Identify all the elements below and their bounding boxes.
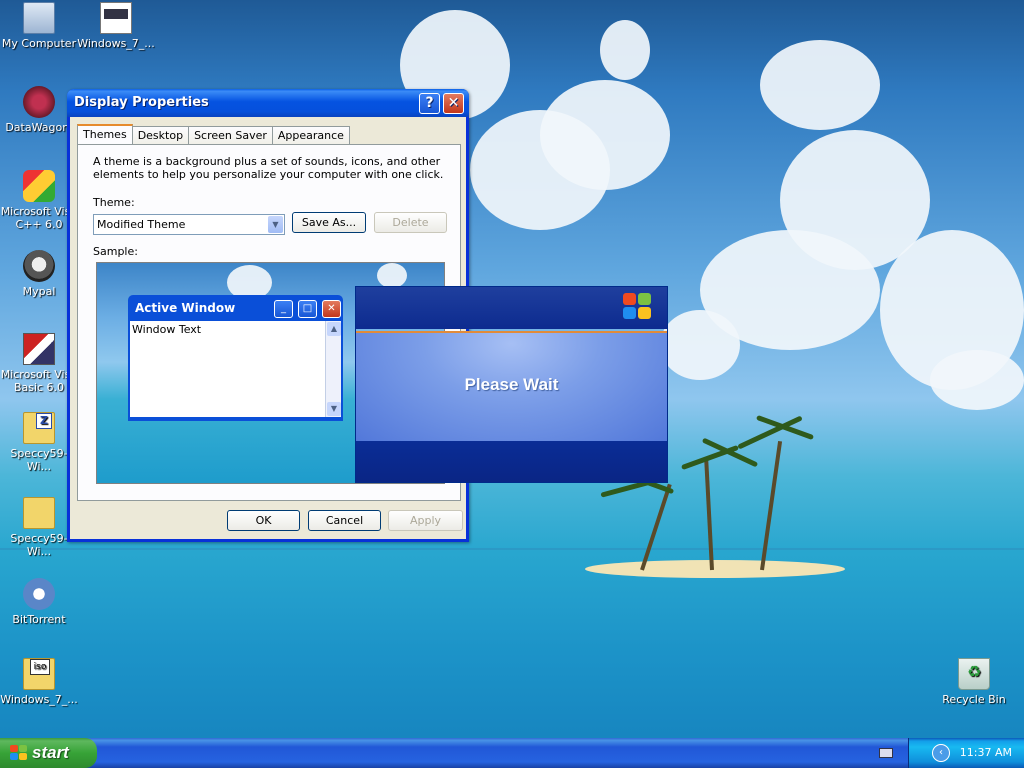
start-label: start [32, 743, 69, 762]
close-icon: ✕ [322, 300, 341, 318]
theme-label: Theme: [93, 196, 135, 209]
windows-flag-icon [10, 745, 27, 761]
desktop-icon-windows7-exe[interactable]: Windows_7_... [77, 2, 155, 50]
please-wait-dialog: Please Wait [355, 286, 668, 483]
scroll-up-icon: ▲ [327, 322, 341, 336]
sample-window-text: Window Text [132, 323, 202, 336]
minimize-icon: _ [274, 300, 293, 318]
bittorrent-icon [23, 578, 55, 610]
clock[interactable]: 11:37 AM [960, 746, 1012, 759]
computer-icon [23, 2, 55, 34]
taskbar: start ‹ 11:37 AM [0, 738, 1024, 768]
desktop-icon-windows7-iso[interactable]: Windows_7_... [0, 658, 78, 706]
folder-icon [23, 497, 55, 529]
theme-select-value: Modified Theme [97, 218, 186, 231]
maximize-icon: □ [298, 300, 317, 318]
show-hidden-icons-chevron-icon[interactable]: ‹ [932, 744, 950, 762]
sample-active-window: Active Window _ □ ✕ Window Text ▲ ▼ [128, 295, 343, 421]
zip-folder-icon [23, 412, 55, 444]
desktop-icon-label: My Computer [1, 37, 77, 50]
close-button[interactable]: ✕ [443, 93, 464, 114]
mypal-icon [23, 250, 55, 282]
visual-cpp-icon [23, 170, 55, 202]
scroll-down-icon: ▼ [327, 402, 341, 416]
save-as-button[interactable]: Save As... [292, 212, 366, 233]
desktop-icon-label: Recycle Bin [942, 693, 1006, 706]
chevron-down-icon[interactable]: ▼ [268, 216, 283, 233]
desktop-icon-label: Windows_7_... [0, 693, 78, 706]
window-title: Display Properties [74, 95, 209, 110]
visual-basic-icon [23, 333, 55, 365]
theme-description: A theme is a background plus a set of so… [93, 155, 444, 181]
sample-scrollbar: ▲ ▼ [325, 321, 341, 417]
cancel-button[interactable]: Cancel [308, 510, 381, 531]
desktop-icon-label: Windows_7_... [77, 37, 155, 50]
please-wait-header [356, 287, 667, 329]
apply-button[interactable]: Apply [388, 510, 463, 531]
datawagon-icon [23, 86, 55, 118]
help-icon: ? [425, 95, 434, 111]
tab-screen-saver[interactable]: Screen Saver [188, 126, 273, 145]
desktop-icon-bittorrent[interactable]: BitTorrent [0, 578, 78, 626]
window-titlebar[interactable]: Display Properties ? ✕ [67, 89, 469, 117]
please-wait-body: Please Wait [356, 331, 667, 441]
desktop-icon-my-computer[interactable]: My Computer [0, 2, 78, 50]
recycle-bin-icon [958, 658, 990, 690]
desktop-icon-recycle-bin[interactable]: Recycle Bin [935, 658, 1013, 706]
system-tray: ‹ 11:37 AM [879, 738, 1024, 768]
executable-icon [100, 2, 132, 34]
sample-window-body: Window Text ▲ ▼ [130, 321, 341, 417]
start-button[interactable]: start [0, 738, 97, 768]
keyboard-icon[interactable] [879, 748, 893, 758]
please-wait-text: Please Wait [464, 375, 559, 394]
close-icon: ✕ [447, 95, 460, 111]
sample-label: Sample: [93, 245, 138, 258]
theme-select[interactable]: Modified Theme ▼ [93, 214, 285, 235]
iso-file-icon [23, 658, 55, 690]
windows-logo-icon [623, 293, 653, 321]
desktop-icon-label: BitTorrent [12, 613, 66, 626]
help-button[interactable]: ? [419, 93, 440, 114]
please-wait-footer [356, 441, 667, 482]
tab-appearance[interactable]: Appearance [271, 126, 350, 145]
delete-button[interactable]: Delete [374, 212, 447, 233]
ok-button[interactable]: OK [227, 510, 300, 531]
tab-desktop[interactable]: Desktop [131, 126, 190, 145]
tab-strip: Themes Desktop Screen Saver Appearance [77, 124, 350, 145]
tab-themes[interactable]: Themes [77, 124, 133, 145]
